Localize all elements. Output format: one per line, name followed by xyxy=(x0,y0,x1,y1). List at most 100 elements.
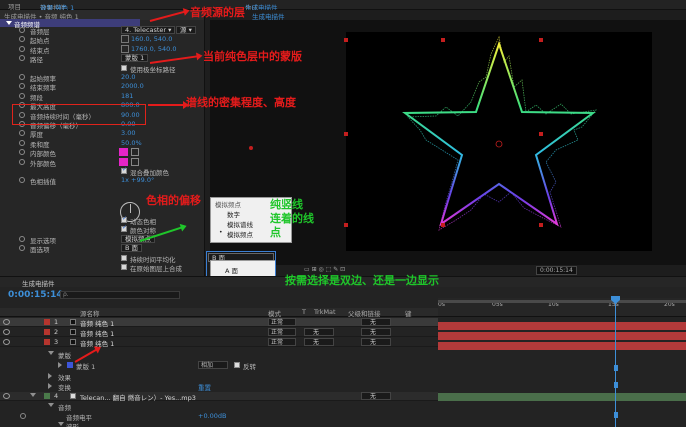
col-source-name[interactable]: 源名称 xyxy=(80,308,100,318)
prop-value[interactable]: 20.0 xyxy=(121,73,135,81)
trkmat-dropdown[interactable]: 无 xyxy=(304,328,334,336)
mask-invert-checkbox[interactable] xyxy=(234,362,240,368)
stopwatch-icon[interactable] xyxy=(19,55,25,62)
mask-mode-dropdown[interactable]: 相加 xyxy=(198,361,228,369)
mask-handle[interactable] xyxy=(344,132,348,136)
prop-value[interactable]: 181 xyxy=(121,92,133,100)
col-parent[interactable]: 父级和链接 xyxy=(348,308,381,318)
prop-checkbox[interactable] xyxy=(121,166,127,174)
mask-handle[interactable] xyxy=(539,38,543,42)
layer-row[interactable]: 2 音频 纯色 1 正常无无 xyxy=(0,328,438,338)
eyedropper-icon[interactable] xyxy=(131,148,139,157)
stopwatch-icon[interactable] xyxy=(19,245,25,252)
stopwatch-icon[interactable] xyxy=(19,27,25,33)
blend-mode-dropdown[interactable]: 正常 xyxy=(268,318,296,326)
stopwatch-icon[interactable] xyxy=(19,36,25,43)
prop-value[interactable]: 3.00 xyxy=(121,129,135,137)
prop-value[interactable]: 2000.0 xyxy=(121,82,144,90)
mask-handle[interactable] xyxy=(344,223,348,227)
parent-dropdown[interactable]: 无 xyxy=(361,392,391,400)
mask-handle[interactable] xyxy=(441,38,445,42)
prop-dropdown-source[interactable]: 源 ▾ xyxy=(176,26,196,34)
mask-handle[interactable] xyxy=(344,38,348,42)
stopwatch-icon[interactable] xyxy=(19,45,25,52)
stopwatch-icon[interactable] xyxy=(19,158,25,165)
prop-dropdown[interactable]: B 面 xyxy=(121,244,143,253)
col-trkmat[interactable]: TrkMat xyxy=(314,308,336,316)
work-area-bar[interactable] xyxy=(438,300,686,303)
mask-handle[interactable] xyxy=(249,146,253,150)
layer-name[interactable]: 音频 纯色 1 xyxy=(80,318,114,328)
transform-reset-link[interactable]: 重置 xyxy=(198,382,211,392)
color-swatch[interactable] xyxy=(119,157,128,166)
twirl-right-icon[interactable] xyxy=(48,383,52,389)
stopwatch-icon[interactable] xyxy=(19,83,25,90)
popup-option[interactable]: 数字 xyxy=(227,209,240,219)
layer-track-bar[interactable] xyxy=(438,342,686,350)
prop-checkbox[interactable] xyxy=(121,264,127,270)
prop-checkbox[interactable] xyxy=(121,215,127,223)
twirl-right-icon[interactable] xyxy=(58,362,62,368)
twirl-down-icon[interactable] xyxy=(48,403,54,407)
prop-checkbox[interactable] xyxy=(121,224,127,233)
color-swatch[interactable] xyxy=(119,148,128,157)
prop-checkbox[interactable] xyxy=(121,254,127,261)
blend-mode-dropdown[interactable]: 正常 xyxy=(268,328,296,336)
prop-point-value[interactable]: 160.0, 540.0 xyxy=(131,35,172,43)
layer-row[interactable]: 1 音频 纯色 1 正常 无 xyxy=(0,318,438,328)
comp-viewer-tab[interactable]: 生成电描件 xyxy=(252,11,285,21)
timeline-current-time[interactable]: 0:00:15:14 xyxy=(8,290,63,300)
layer-label-color[interactable] xyxy=(44,329,50,335)
parent-dropdown[interactable]: 无 xyxy=(361,328,391,336)
stopwatch-icon[interactable] xyxy=(20,413,26,419)
eye-icon[interactable] xyxy=(3,329,10,335)
layer-row[interactable]: 3 音频 纯色 1 正常无无 xyxy=(0,338,438,348)
col-keys[interactable]: 键 xyxy=(405,308,412,318)
mask-handle[interactable] xyxy=(539,132,543,136)
blend-mode-dropdown[interactable]: 正常 xyxy=(268,338,296,346)
parent-dropdown[interactable]: 无 xyxy=(361,338,391,346)
crosshair-icon[interactable] xyxy=(121,35,129,44)
prop-dropdown[interactable]: 4. Telecaster ▾ xyxy=(121,26,176,34)
layer-track-bar[interactable] xyxy=(438,322,686,330)
col-mode[interactable]: 模式 xyxy=(268,308,281,318)
mask-color-swatch[interactable] xyxy=(67,362,73,368)
prop-point-value[interactable]: 1760.0, 540.0 xyxy=(131,45,176,53)
col-t[interactable]: T xyxy=(302,308,306,316)
crosshair-icon[interactable] xyxy=(121,44,129,53)
audio-layer-name[interactable]: Telecan... 翻自 燃音レン）- Yes...mp3 xyxy=(80,392,196,402)
comp-time-display[interactable]: 0:00:15:14 xyxy=(536,266,577,275)
prop-value[interactable]: 1x +99.0° xyxy=(121,176,154,184)
layer-name[interactable]: 音频 纯色 1 xyxy=(80,328,114,338)
layer-label-color[interactable] xyxy=(44,319,50,325)
anchor-point-icon[interactable] xyxy=(495,140,503,148)
twirl-down-icon[interactable] xyxy=(6,21,12,25)
audio-level-value[interactable]: +0.00dB xyxy=(198,412,227,420)
stopwatch-icon[interactable] xyxy=(19,149,25,156)
layer-label-color[interactable] xyxy=(44,339,50,345)
stopwatch-icon[interactable] xyxy=(19,130,25,137)
twirl-down-icon[interactable] xyxy=(48,351,54,355)
eye-icon[interactable] xyxy=(3,339,10,345)
prop-value[interactable]: 50.0% xyxy=(121,139,142,147)
stopwatch-icon[interactable] xyxy=(19,92,25,99)
twirl-down-icon[interactable] xyxy=(30,393,36,397)
audio-layer-row[interactable]: 4 Telecan... 翻自 燃音レン）- Yes...mp3 无 xyxy=(0,392,438,402)
mask-handle[interactable] xyxy=(441,223,445,227)
twirl-down-icon[interactable] xyxy=(58,422,64,426)
stopwatch-icon[interactable] xyxy=(19,74,25,80)
eyedropper-icon[interactable] xyxy=(131,157,139,166)
layer-track-bar[interactable] xyxy=(438,332,686,340)
stopwatch-icon[interactable] xyxy=(19,177,25,184)
audio-track-bar[interactable] xyxy=(438,393,686,401)
trkmat-dropdown[interactable]: 无 xyxy=(304,338,334,346)
timeline-search-input[interactable]: ρ. xyxy=(60,291,180,299)
audio-toggle-icon[interactable] xyxy=(3,393,10,399)
eye-icon[interactable] xyxy=(3,319,10,325)
parent-dropdown[interactable]: 无 xyxy=(361,318,391,326)
timeline-tab[interactable]: 生成电描件 xyxy=(22,278,55,288)
stopwatch-icon[interactable] xyxy=(19,139,25,146)
popup-option[interactable]: 模拟频点 xyxy=(227,229,253,239)
stopwatch-icon[interactable] xyxy=(19,235,25,242)
layer-label-color[interactable] xyxy=(44,393,50,399)
